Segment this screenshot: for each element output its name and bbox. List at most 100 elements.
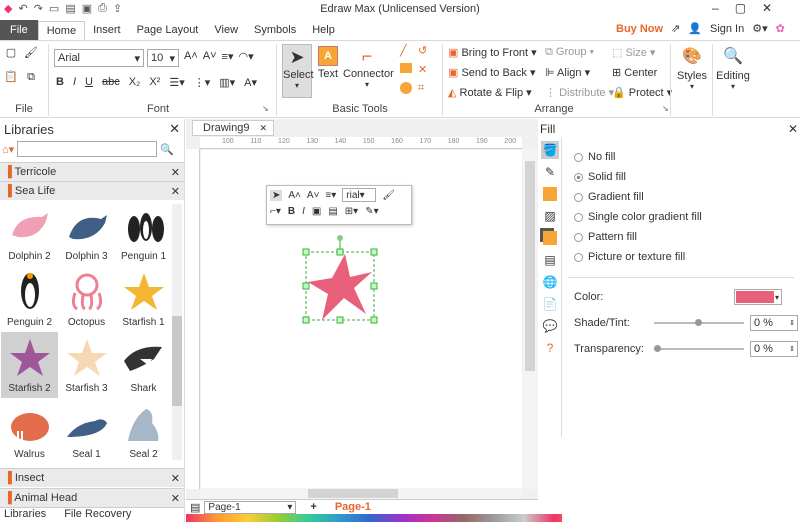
close-window-icon[interactable]: ✕ [762, 1, 772, 15]
option-solid-fill[interactable]: Solid fill [562, 167, 800, 187]
theme-icon[interactable]: ✿ [776, 22, 785, 35]
category-sea-life[interactable]: ▐ Sea Life ✕ [0, 181, 184, 200]
send-to-back-button[interactable]: ▣ Send to Back ▾ [448, 66, 537, 79]
shape-style-icon[interactable]: ◠▾ [238, 50, 253, 63]
shape-octopus[interactable]: Octopus [58, 266, 115, 332]
bring-front-icon[interactable]: ▣ [312, 206, 321, 217]
arrange-dialog-launcher-icon[interactable]: ↘ [662, 104, 669, 113]
shape-starfish-3[interactable]: Starfish 3 [58, 332, 115, 398]
italic-button[interactable]: I [302, 206, 305, 217]
scroll-thumb[interactable] [308, 489, 398, 498]
italic-button[interactable]: I [73, 76, 76, 89]
distribute-button[interactable]: ⋮ Distribute ▾ [545, 86, 614, 99]
resize-handle[interactable] [302, 248, 310, 256]
resize-handle[interactable] [336, 316, 344, 324]
connector-style-icon[interactable]: ⌐▾ [270, 206, 281, 217]
category-animal-head[interactable]: ▐ Animal Head ✕ [0, 488, 184, 507]
sign-in-link[interactable]: Sign In [710, 23, 744, 35]
font-color-button[interactable]: A▾ [244, 76, 257, 89]
send-back-icon[interactable]: ▤ [328, 206, 337, 217]
close-icon[interactable]: ✕ [171, 492, 180, 505]
pointer-icon[interactable]: ➤ [270, 189, 283, 201]
scroll-thumb[interactable] [525, 161, 535, 371]
layer-icon[interactable] [541, 229, 559, 247]
scroll-thumb[interactable] [172, 316, 182, 406]
rotation-handle[interactable] [337, 235, 343, 241]
grow-font-icon[interactable]: A˄ [184, 50, 198, 63]
center-button[interactable]: ⊞ Center [612, 66, 672, 79]
shape-shark[interactable]: Shark [115, 332, 172, 398]
slider-knob[interactable] [695, 319, 702, 326]
line-style-icon[interactable]: ✎ [541, 163, 559, 181]
numbering-button[interactable]: ⋮▾ [194, 76, 211, 89]
settings-icon[interactable]: ⚙▾ [752, 22, 767, 35]
resize-handle[interactable] [370, 316, 378, 324]
align-button[interactable]: ⊫ Align ▾ [545, 66, 614, 79]
page-tab[interactable]: Page-1 [335, 501, 371, 513]
close-icon[interactable]: ✕ [171, 166, 180, 179]
user-icon[interactable]: 👤 [688, 22, 702, 35]
tab-insert[interactable]: Insert [85, 21, 129, 39]
font-name-select[interactable]: Arial ▾ [54, 49, 144, 67]
connector-button[interactable]: ⌐ Connector ▾ [343, 44, 394, 89]
search-icon[interactable]: 🔍 [160, 143, 174, 156]
transparency-slider[interactable] [654, 345, 744, 352]
share-icon[interactable]: ⇗ [671, 22, 680, 35]
group-icon[interactable]: ⊞▾ [345, 206, 358, 217]
image-icon[interactable]: ▨ [541, 207, 559, 225]
option-no-fill[interactable]: No fill [562, 147, 800, 167]
shape-starfish-2[interactable]: Starfish 2 [1, 332, 58, 398]
color-picker[interactable]: ▾ [734, 289, 782, 305]
fill-icon[interactable]: 🪣 [541, 141, 559, 159]
subscript-button[interactable]: X₂ [129, 76, 141, 89]
close-icon[interactable]: ✕ [259, 123, 267, 134]
shrink-font-icon[interactable]: A˅ [307, 190, 320, 201]
shape-penguin-2[interactable]: Penguin 2 [1, 266, 58, 332]
styles-button[interactable]: 🎨 Styles ▾ [676, 44, 708, 91]
font-dialog-launcher-icon[interactable]: ↘ [262, 104, 269, 113]
circle-icon[interactable] [400, 82, 418, 97]
maximize-icon[interactable]: ▢ [735, 1, 746, 15]
shape-dolphin-2[interactable]: Dolphin 2 [1, 200, 58, 266]
shadow-icon[interactable] [541, 185, 559, 203]
shape-seal-1[interactable]: Seal 1 [58, 398, 115, 464]
tab-help[interactable]: Help [304, 21, 343, 39]
shape-penguin-1[interactable]: Penguin 1 [115, 200, 172, 266]
bring-to-front-button[interactable]: ▣ Bring to Front ▾ [448, 46, 537, 59]
arc-icon[interactable]: ↺ [418, 44, 436, 57]
option-gradient-fill[interactable]: Gradient fill [562, 187, 800, 207]
bold-button[interactable]: B [56, 76, 64, 89]
option-pattern-fill[interactable]: Pattern fill [562, 227, 800, 247]
minimize-icon[interactable]: – [712, 1, 719, 15]
transparency-input[interactable]: 0 % ⇕ [750, 341, 798, 357]
rectangle-icon[interactable] [400, 63, 418, 76]
tab-symbols[interactable]: Symbols [246, 21, 304, 39]
shape-starfish-1[interactable]: Starfish 1 [115, 266, 172, 332]
shrink-font-icon[interactable]: A˅ [203, 50, 217, 63]
select-button[interactable]: ➤ Select ▾ [282, 44, 314, 98]
add-page-icon[interactable]: + [310, 501, 316, 513]
shape-walrus[interactable]: Walrus [1, 398, 58, 464]
resize-handle[interactable] [302, 316, 310, 324]
font-size-select[interactable]: 10 ▾ [147, 49, 179, 67]
tab-libraries[interactable]: Libraries [4, 508, 46, 522]
option-picture-fill[interactable]: Picture or texture fill [562, 247, 800, 267]
resize-handle[interactable] [302, 282, 310, 290]
align-icon[interactable]: ≡▾ [325, 190, 336, 201]
category-insect[interactable]: ▐ Insect ✕ [0, 468, 184, 487]
editing-button[interactable]: 🔍 Editing ▾ [716, 44, 750, 91]
buy-now-link[interactable]: Buy Now [616, 23, 663, 35]
tab-page-layout[interactable]: Page Layout [129, 21, 207, 39]
category-terricole[interactable]: ▐ Terricole ✕ [0, 162, 184, 181]
copy-icon[interactable]: ⧉ [24, 70, 38, 84]
library-scrollbar[interactable] [172, 204, 182, 460]
tab-home[interactable]: Home [37, 20, 86, 40]
page-select[interactable]: Page-1 ▾ [204, 500, 297, 514]
globe-icon[interactable]: 🌐 [541, 273, 559, 291]
tab-view[interactable]: View [206, 21, 246, 39]
bullets-button[interactable]: ☰▾ [169, 76, 184, 89]
text-bg-button[interactable]: ▥▾ [219, 76, 235, 89]
text-button[interactable]: A Text [315, 44, 341, 80]
protect-button[interactable]: 🔒 Protect ▾ [612, 86, 672, 99]
shape-dolphin-3[interactable]: Dolphin 3 [58, 200, 115, 266]
